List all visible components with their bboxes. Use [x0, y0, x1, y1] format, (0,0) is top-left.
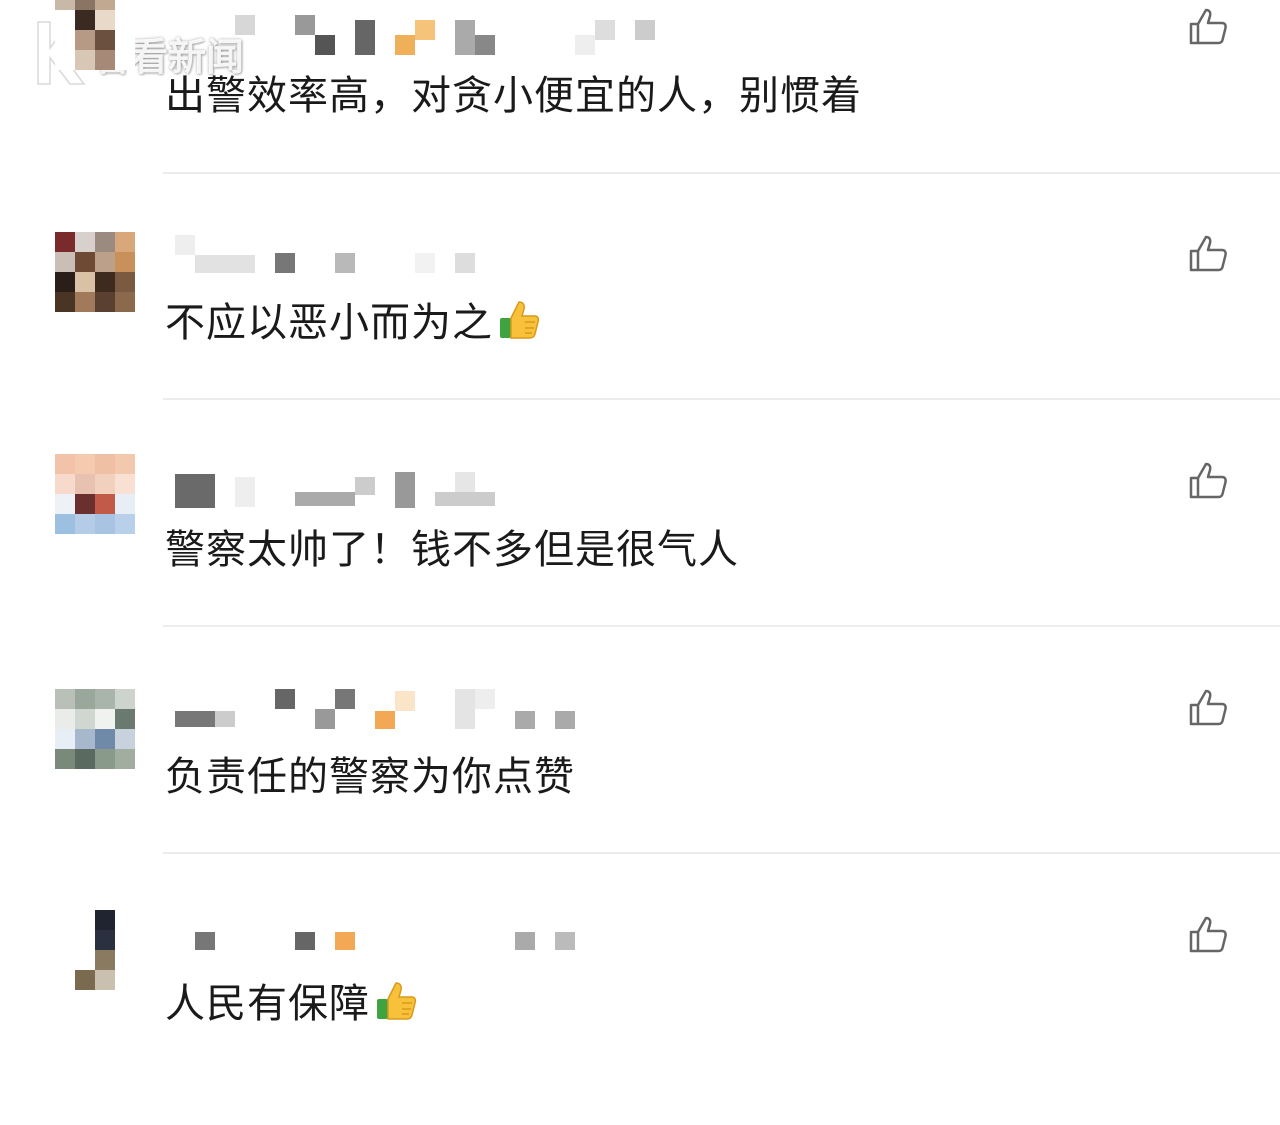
avatar[interactable] [55, 0, 135, 70]
comment-item: 不应以恶小而为之 [0, 217, 1280, 444]
thumbs-up-icon [1189, 689, 1227, 726]
avatar[interactable] [55, 689, 135, 769]
avatar[interactable] [55, 454, 135, 534]
comment-divider [163, 625, 1280, 627]
username-mosaic[interactable] [175, 235, 655, 275]
like-button[interactable] [1186, 913, 1230, 957]
like-button[interactable] [1186, 459, 1230, 503]
like-button[interactable] [1186, 686, 1230, 730]
thumbs-up-emoji-icon [500, 301, 540, 339]
thumbs-up-icon [1189, 462, 1227, 499]
avatar[interactable] [55, 910, 135, 990]
thumbs-up-emoji-icon [377, 982, 417, 1020]
comment-text-content: 负责任的警察为你点赞 [165, 754, 575, 800]
comment-item: 人民有保障 [0, 898, 1280, 1125]
comment-text-content: 警察太帅了！钱不多但是很气人 [165, 527, 739, 573]
thumbs-up-icon [1189, 8, 1227, 45]
like-button[interactable] [1186, 5, 1230, 49]
comment-text: 不应以恶小而为之 [165, 297, 541, 349]
username-mosaic[interactable] [175, 689, 655, 729]
comment-text: 负责任的警察为你点赞 [165, 751, 575, 803]
avatar[interactable] [55, 232, 135, 312]
comment-text-content: 出警效率高，对贪小便宜的人，别惯着 [165, 73, 862, 119]
comment-divider [163, 398, 1280, 400]
username-mosaic [175, 15, 655, 55]
comment-text: 人民有保障 [165, 978, 418, 1030]
comment-divider [163, 852, 1280, 854]
comment-text-content: 人民有保障 [165, 981, 370, 1027]
like-button[interactable] [1186, 232, 1230, 276]
thumbs-up-icon [1189, 235, 1227, 272]
comment-text: 出警效率高，对贪小便宜的人，别惯着 [165, 70, 862, 122]
comment-item: 警察太帅了！钱不多但是很气人 [0, 444, 1280, 671]
comment-text-content: 不应以恶小而为之 [165, 300, 493, 346]
username-mosaic[interactable] [175, 920, 655, 960]
comment-item: 出警效率高，对贪小便宜的人，别惯着 [0, 0, 1280, 217]
username-mosaic[interactable] [175, 472, 655, 512]
comment-divider [163, 172, 1280, 174]
comment-item: 负责任的警察为你点赞 [0, 671, 1280, 898]
thumbs-up-icon [1189, 916, 1227, 953]
comment-text: 警察太帅了！钱不多但是很气人 [165, 524, 739, 576]
